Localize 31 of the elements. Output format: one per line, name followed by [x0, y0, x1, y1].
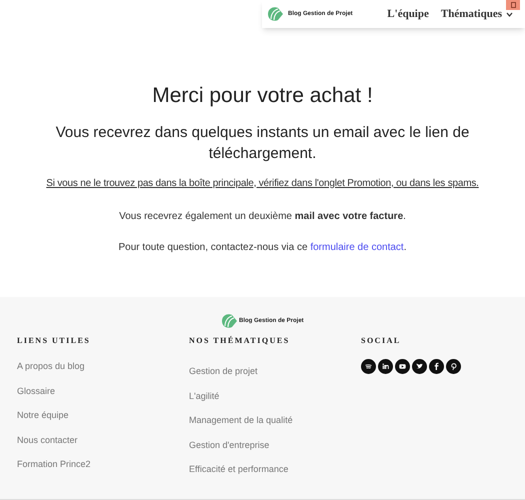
footer-link[interactable]: Nous contacter: [17, 432, 189, 447]
nav-link[interactable]: L'équipe: [387, 6, 429, 22]
youtube-icon[interactable]: [395, 359, 410, 374]
trash-button[interactable]: [506, 0, 520, 10]
column-heading: SOCIAL: [361, 335, 402, 347]
footer-link[interactable]: L'agilité: [189, 388, 361, 403]
footer-link[interactable]: Notre équipe: [17, 408, 189, 422]
contact-form-link[interactable]: formulaire de contact: [310, 242, 404, 252]
invoice-text: Vous recevrez également un deuxième mail avec votre facture.: [119, 210, 406, 224]
logo-icon: [220, 313, 238, 329]
footer-link[interactable]: A propos du blog: [17, 359, 189, 374]
pinterest-icon[interactable]: [446, 359, 461, 374]
facebook-icon[interactable]: [429, 359, 444, 374]
logo-icon: [266, 6, 284, 22]
linkedin-icon[interactable]: [378, 359, 393, 374]
footer-link[interactable]: Management de la qualité: [189, 413, 361, 428]
spotify-icon[interactable]: [361, 359, 376, 374]
footer-link[interactable]: Gestion d'entreprise: [189, 438, 361, 452]
page-title: Merci pour votre achat !: [152, 83, 373, 109]
twitter-icon[interactable]: [412, 359, 427, 374]
footer-link[interactable]: Efficacité et performance: [189, 462, 361, 476]
footer-link[interactable]: Gestion de projet: [189, 364, 361, 378]
square-icon: [510, 2, 516, 8]
column-heading: NOS THÉMATIQUES: [189, 335, 291, 347]
contact-text: Pour toute question, contactez-nous via ce formulaire de contact.: [118, 240, 406, 254]
footer-link[interactable]: Formation Prince2: [17, 457, 189, 472]
footer-link[interactable]: Glossaire: [17, 384, 189, 398]
notice-text: Si vous ne le trouvez pas dans la boîte principale, vérifiez dans l'onglet Promotion, ou dans les spams.: [46, 176, 479, 190]
column-heading: LIENS UTILES: [17, 335, 92, 347]
nav-link[interactable]: Thématiques: [440, 6, 513, 22]
subtitle: Vous recevrez dans quelques instants un email avec le lien de téléchargement.: [54, 122, 470, 164]
